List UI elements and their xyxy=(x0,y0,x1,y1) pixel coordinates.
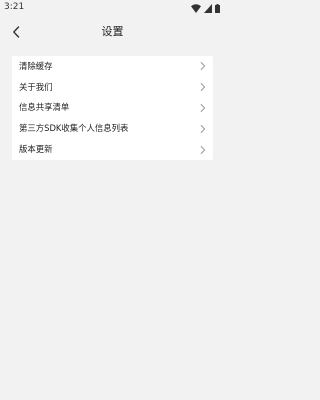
settings-list: 清除缓存 关于我们 信息共享清单 第三方SDK收集个人信息列表 版本更新 xyxy=(12,56,213,160)
chevron-right-icon xyxy=(200,145,206,154)
settings-item-about-us[interactable]: 关于我们 xyxy=(12,77,213,98)
settings-item-label: 关于我们 xyxy=(19,81,53,92)
status-icons xyxy=(191,2,220,13)
chevron-right-icon xyxy=(200,62,206,71)
settings-item-label: 清除缓存 xyxy=(19,60,53,71)
settings-item-label: 版本更新 xyxy=(19,144,53,155)
page-title: 设置 xyxy=(101,25,124,38)
chevron-right-icon xyxy=(200,124,206,133)
settings-item-label: 信息共享清单 xyxy=(19,102,70,113)
app-header: 设置 xyxy=(0,14,225,52)
settings-item-clear-cache[interactable]: 清除缓存 xyxy=(12,56,213,77)
status-time: 3:21 xyxy=(4,2,25,12)
settings-item-version-update[interactable]: 版本更新 xyxy=(12,139,213,160)
chevron-right-icon xyxy=(200,103,206,112)
settings-item-label: 第三方SDK收集个人信息列表 xyxy=(19,123,129,134)
settings-item-third-party-sdk-list[interactable]: 第三方SDK收集个人信息列表 xyxy=(12,118,213,139)
status-bar: 3:21 xyxy=(0,0,225,14)
settings-item-info-sharing-list[interactable]: 信息共享清单 xyxy=(12,98,213,119)
chevron-right-icon xyxy=(200,83,206,92)
